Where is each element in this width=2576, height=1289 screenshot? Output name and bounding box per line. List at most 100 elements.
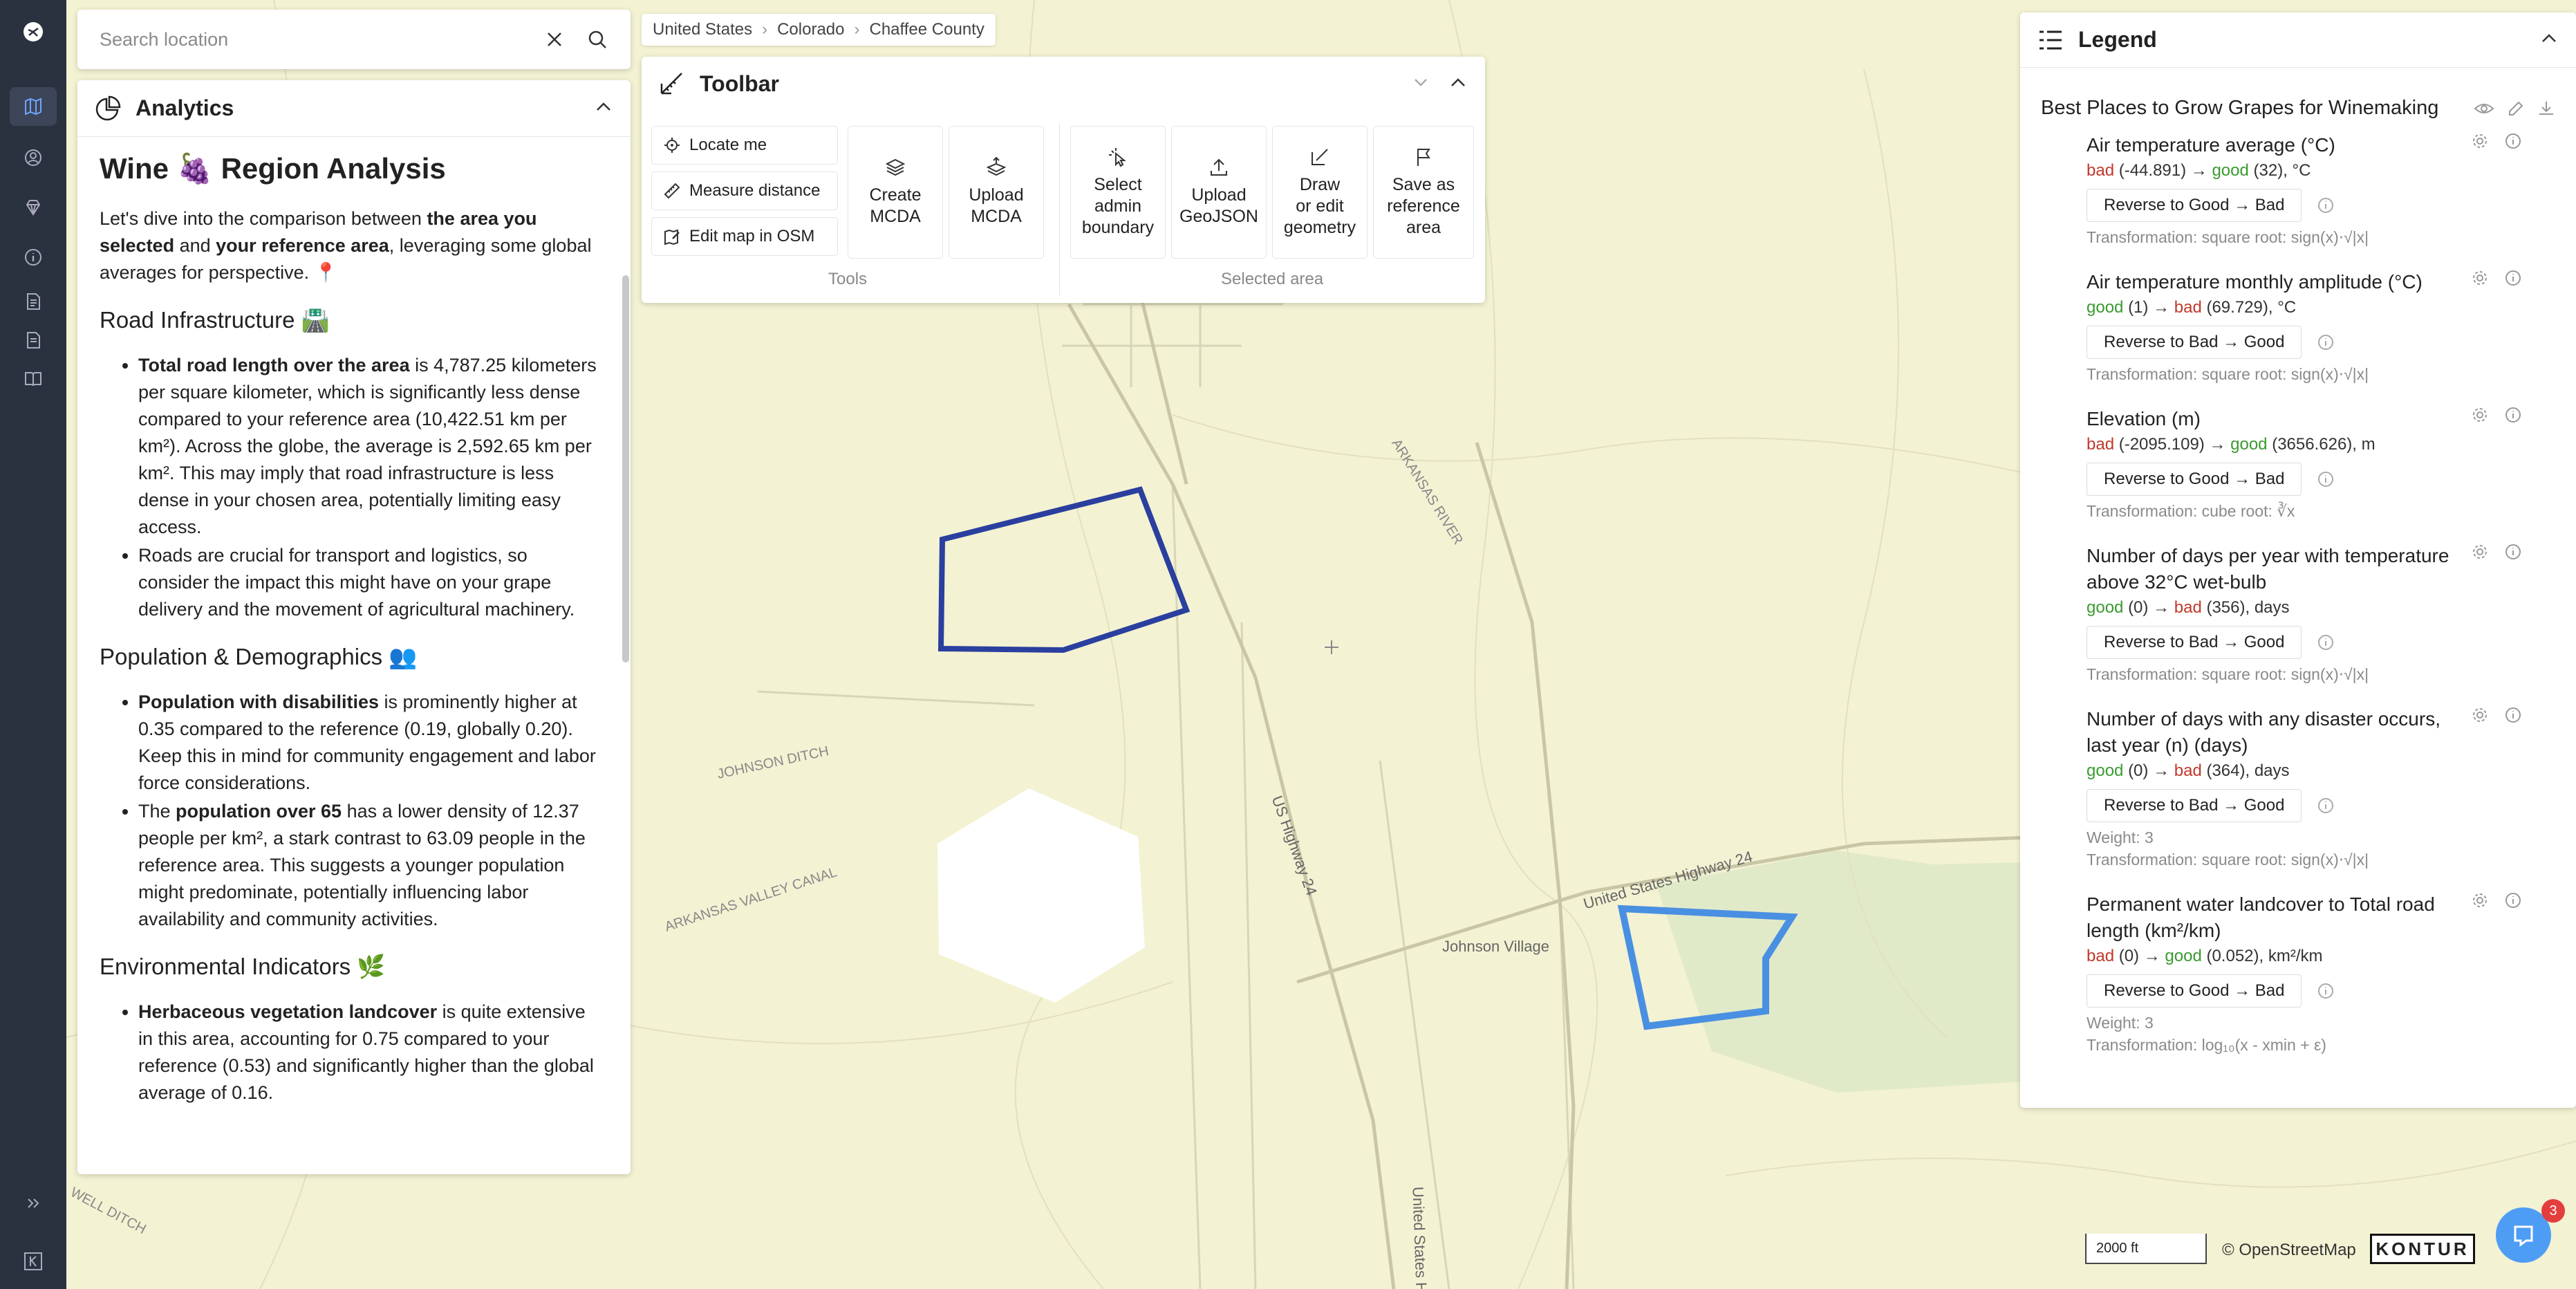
- legend-item: Number of days with any disaster occurs,…: [2053, 706, 2555, 871]
- pointer-click-icon: [1109, 147, 1126, 167]
- info-icon[interactable]: [2504, 269, 2522, 290]
- range-to-value: (69.729), °C: [2206, 298, 2297, 317]
- reverse-button[interactable]: Reverse to Good → Bad: [2087, 974, 2302, 1008]
- range-to-label: good: [2165, 947, 2202, 965]
- breadcrumb-item-country[interactable]: United States: [653, 20, 752, 39]
- upload-geojson-button[interactable]: Upload GeoJSON: [1171, 126, 1267, 259]
- collapse-toolbar-button[interactable]: [1448, 72, 1468, 96]
- locate-me-button[interactable]: Locate me: [651, 126, 838, 165]
- range-to-label: bad: [2174, 298, 2202, 317]
- measure-distance-button[interactable]: Measure distance: [651, 171, 838, 210]
- population-list: Population with disabilities is prominen…: [138, 689, 599, 933]
- info-icon[interactable]: [2504, 406, 2522, 427]
- gear-icon[interactable]: [2471, 891, 2489, 913]
- toolbar-chevron-down-button[interactable]: [1412, 73, 1430, 95]
- clear-search-button[interactable]: [538, 23, 571, 56]
- info-icon[interactable]: [2504, 543, 2522, 564]
- report-icon[interactable]: [10, 321, 57, 360]
- map-label-johnson-village: Johnson Village: [1442, 938, 1549, 955]
- range-to-label: good: [2212, 161, 2249, 180]
- info-icon[interactable]: [2317, 470, 2335, 488]
- search-button[interactable]: [581, 23, 614, 56]
- list-item: The population over 65 has a lower densi…: [138, 798, 599, 933]
- close-icon: [548, 33, 561, 46]
- info-icon[interactable]: [10, 238, 57, 277]
- legend-item-transformation: Transformation: cube root: ∛x: [2087, 502, 2295, 520]
- legend-item-range: bad (-44.891) → good (32), °C: [2087, 161, 2311, 180]
- breadcrumb-item-county[interactable]: Chaffee County: [870, 20, 984, 39]
- select-admin-boundary-button[interactable]: Select admin boundary: [1070, 126, 1166, 259]
- chevron-up-icon: [2542, 34, 2556, 42]
- analytics-panel: Analytics Wine 🍇 Region Analysis Let's d…: [77, 80, 631, 1174]
- info-icon[interactable]: [2504, 706, 2522, 727]
- info-icon[interactable]: [2504, 132, 2522, 154]
- info-icon[interactable]: [2317, 333, 2335, 351]
- kontur-logo[interactable]: KONTUR: [2370, 1234, 2475, 1264]
- diamond-icon[interactable]: [10, 188, 57, 227]
- info-icon[interactable]: [2317, 797, 2335, 815]
- edit-icon[interactable]: [2507, 100, 2525, 118]
- analysis-intro: Let's dive into the comparison between t…: [100, 205, 599, 286]
- download-icon[interactable]: [2537, 100, 2555, 118]
- info-icon[interactable]: [2317, 196, 2335, 214]
- analytics-content: Wine 🍇 Region Analysis Let's dive into t…: [77, 137, 621, 1174]
- legend-item-icons: [2456, 132, 2522, 154]
- reverse-button[interactable]: Reverse to Good → Bad: [2087, 189, 2302, 222]
- eye-icon[interactable]: [2474, 100, 2494, 117]
- bullet-bold: Herbaceous vegetation landcover: [138, 1001, 438, 1022]
- gear-icon[interactable]: [2471, 269, 2489, 290]
- gear-icon[interactable]: [2471, 543, 2489, 564]
- analytics-scrollbar[interactable]: [622, 275, 629, 662]
- locate-me-label: Locate me: [689, 136, 767, 154]
- upload-mcda-button[interactable]: Upload MCDA: [949, 126, 1044, 259]
- chevron-up-icon: [1451, 77, 1465, 86]
- search-input[interactable]: [100, 28, 528, 50]
- legend-item-weight: Weight: 3: [2087, 828, 2154, 846]
- copyright-link[interactable]: © OpenStreetMap: [2222, 1241, 2356, 1260]
- expand-icon[interactable]: [10, 1184, 57, 1223]
- map-icon[interactable]: [10, 87, 57, 126]
- document-icon[interactable]: [10, 282, 57, 321]
- list-item: Total road length over the area is 4,787…: [138, 352, 599, 541]
- reverse-button[interactable]: Reverse to Bad → Good: [2087, 789, 2302, 822]
- gear-icon[interactable]: [2471, 406, 2489, 427]
- reverse-button[interactable]: Reverse to Good → Bad: [2087, 463, 2302, 496]
- profile-icon[interactable]: [10, 138, 57, 177]
- info-icon[interactable]: [2317, 633, 2335, 651]
- chevron-up-icon: [597, 102, 610, 111]
- layer-title-row: Best Places to Grow Grapes for Winemakin…: [2041, 97, 2555, 120]
- reverse-row: Reverse to Good → Bad: [2087, 974, 2472, 1008]
- create-mcda-button[interactable]: Create MCDA: [848, 126, 943, 259]
- book-icon[interactable]: [10, 360, 57, 398]
- legend-item-transformation: Transformation: log₁₀(x - xmin + ε): [2087, 1036, 2326, 1054]
- range-from-label: bad: [2087, 947, 2115, 965]
- save-reference-area-button[interactable]: Save as reference area: [1373, 126, 1474, 259]
- left-rail: [0, 0, 66, 1289]
- edit-osm-button[interactable]: Edit map in OSM: [651, 217, 838, 256]
- collapse-analytics-button[interactable]: [593, 96, 614, 120]
- gear-icon[interactable]: [2471, 132, 2489, 154]
- intro-bold: your reference area: [216, 235, 389, 256]
- search-icon: [588, 30, 606, 48]
- gear-icon[interactable]: [2471, 706, 2489, 727]
- environment-list: Herbaceous vegetation landcover is quite…: [138, 999, 599, 1106]
- bullet-text: The: [138, 801, 176, 822]
- range-to-value: (32), °C: [2253, 161, 2311, 180]
- info-icon[interactable]: [2504, 891, 2522, 913]
- breadcrumb-item-state[interactable]: Colorado: [777, 20, 844, 39]
- app-logo-icon[interactable]: [10, 12, 57, 51]
- bullet-bold: Total road length over the area: [138, 355, 410, 375]
- reverse-button[interactable]: Reverse to Bad → Good: [2087, 326, 2302, 359]
- legend-item-icons: [2456, 406, 2522, 427]
- flag-icon: [1417, 148, 1430, 166]
- upload-icon: [1211, 158, 1227, 176]
- upload-mcda-label: Upload MCDA: [969, 185, 1024, 226]
- draw-edit-geometry-button[interactable]: Draw or edit geometry: [1272, 126, 1368, 259]
- info-icon[interactable]: [2317, 982, 2335, 1000]
- layers-icon: [885, 158, 906, 176]
- kontur-k-icon[interactable]: [10, 1242, 57, 1281]
- legend-items: Air temperature average (°C) bad (-44.891…: [2053, 132, 2555, 1056]
- collapse-legend-button[interactable]: [2539, 28, 2559, 52]
- legend-item-name: Air temperature monthly amplitude (°C): [2087, 271, 2423, 293]
- reverse-button[interactable]: Reverse to Bad → Good: [2087, 626, 2302, 659]
